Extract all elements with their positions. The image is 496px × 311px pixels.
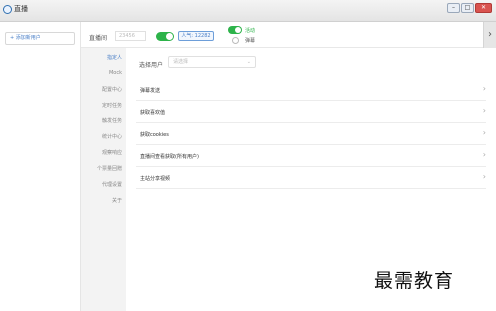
barrage-radio[interactable]	[232, 37, 239, 44]
action-row-label: 获取cookies	[140, 132, 169, 138]
chevron-right-icon: ›	[482, 84, 486, 93]
user-panel: + 添加新用户	[0, 22, 81, 311]
barrage-label: 弹幕	[245, 38, 256, 44]
collapse-panel-button[interactable]: ›	[483, 22, 496, 48]
chevron-right-icon: ›	[482, 128, 486, 137]
window-title: 直播	[14, 5, 28, 13]
room-label: 直播间	[89, 35, 108, 42]
watermark-logo: 最需教育	[374, 270, 455, 292]
connect-toggle[interactable]	[156, 32, 174, 41]
nav-item-config-center[interactable]: 配置中心	[81, 86, 126, 93]
action-row-share-video[interactable]: 主站分享视频 ›	[136, 167, 486, 189]
add-user-button[interactable]: + 添加新用户	[5, 32, 75, 45]
chevron-right-icon: ›	[482, 106, 486, 115]
action-row-label: 弹幕发送	[140, 88, 161, 94]
app-icon	[3, 5, 12, 14]
select-user-label: 选择用户	[139, 62, 164, 69]
nav-item-proxy-settings[interactable]: 代理设置	[81, 181, 126, 188]
action-row-label: 获取喜欢值	[140, 110, 166, 116]
action-row-get-cookies[interactable]: 获取cookies ›	[136, 123, 486, 145]
nav-item-ticket-rebate[interactable]: 个票量回赠	[81, 165, 126, 172]
nav-item-stats-center[interactable]: 统计中心	[81, 133, 126, 140]
nav-item-specified-user[interactable]: 指定人	[81, 54, 126, 61]
nav-item-about[interactable]: 关于	[81, 197, 126, 204]
user-select-placeholder: 请选择	[173, 59, 189, 65]
popularity-badge: 人气: 12282	[178, 31, 214, 41]
active-label: 活动	[245, 28, 256, 34]
nav-item-trigger-tasks[interactable]: 触发任务	[81, 117, 126, 124]
user-select[interactable]: 请选择 ⌄	[168, 56, 256, 68]
title-bar: 直播 – □ ✕	[0, 0, 496, 22]
action-row-label: 直播间查看获取(所有用户)	[140, 154, 199, 160]
active-toggle[interactable]	[228, 26, 242, 34]
chevron-down-icon: ⌄	[246, 59, 251, 65]
action-row-label: 主站分享视频	[140, 176, 171, 182]
action-row-room-view-all-users[interactable]: 直播间查看获取(所有用户) ›	[136, 145, 486, 167]
room-input[interactable]: 23456	[115, 31, 146, 41]
chevron-right-icon: ›	[482, 172, 486, 181]
close-button[interactable]: ✕	[475, 3, 492, 13]
action-row-get-likes[interactable]: 获取喜欢值 ›	[136, 101, 486, 123]
room-toolbar: 直播间 23456 人气: 12282 活动 弹幕	[81, 22, 483, 48]
minimize-button[interactable]: –	[447, 3, 460, 13]
maximize-button[interactable]: □	[461, 3, 474, 13]
window-controls: – □ ✕	[447, 3, 492, 13]
nav-item-scheduled-tasks[interactable]: 定时任务	[81, 102, 126, 109]
action-row-send-barrage[interactable]: 弹幕发送 ›	[136, 79, 486, 101]
nav-item-observe-response[interactable]: 观察响应	[81, 149, 126, 156]
nav-item-mock[interactable]: Mock	[81, 70, 126, 76]
side-nav: 指定人 Mock 配置中心 定时任务 触发任务 统计中心 观察响应 个票量回赠 …	[81, 48, 126, 311]
chevron-right-icon: ›	[482, 150, 486, 159]
